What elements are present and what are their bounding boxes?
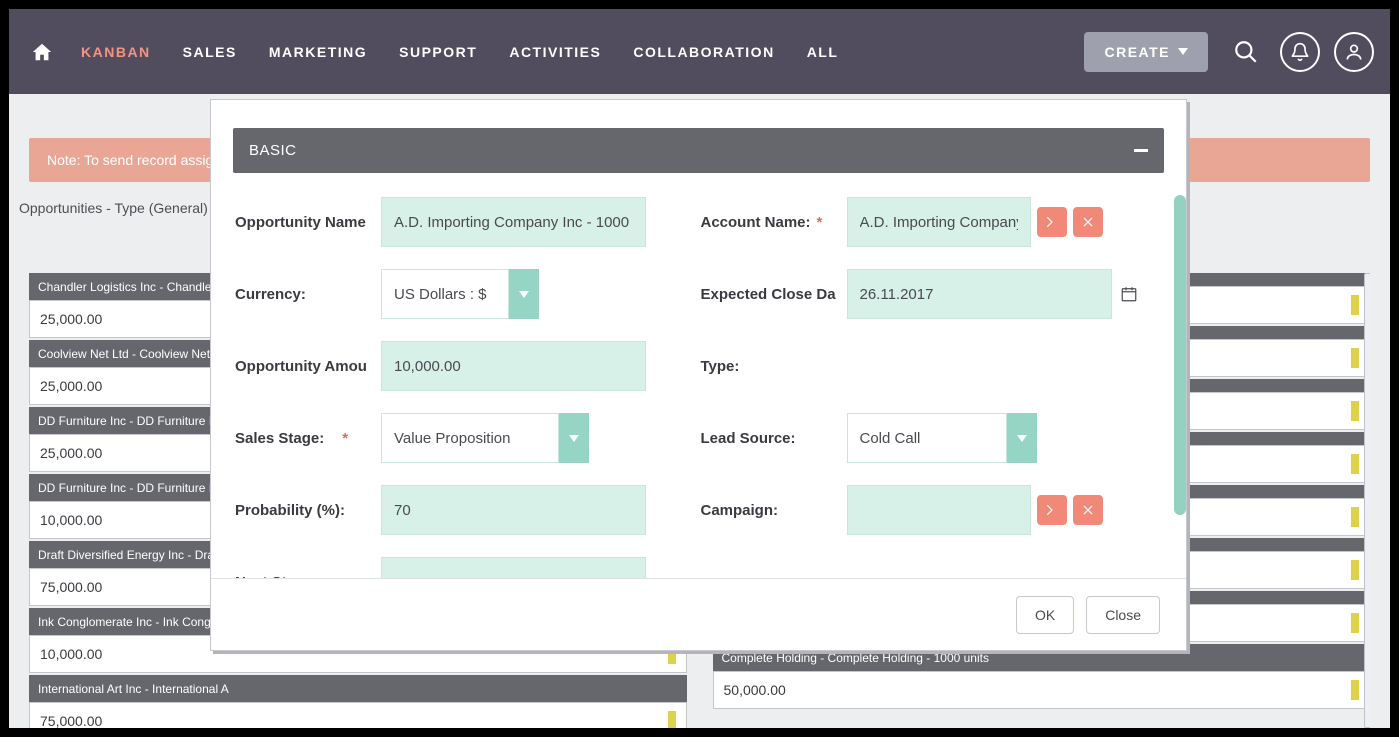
- input-close-date[interactable]: [847, 269, 1112, 319]
- clear-account-button[interactable]: [1073, 207, 1103, 237]
- select-currency[interactable]: [381, 269, 695, 319]
- input-amount[interactable]: [381, 341, 646, 391]
- label-probability: Probability (%):: [235, 502, 375, 519]
- label-amount: Opportunity Amou: [235, 358, 375, 375]
- select-campaign-button[interactable]: [1037, 495, 1067, 525]
- ok-button[interactable]: OK: [1016, 596, 1074, 634]
- input-currency[interactable]: [381, 269, 509, 319]
- label-opportunity-name: Opportunity Name: [235, 214, 375, 231]
- label-close-date: Expected Close Da: [701, 286, 841, 303]
- select-account-button[interactable]: [1037, 207, 1067, 237]
- label-currency: Currency:: [235, 286, 375, 303]
- chevron-down-icon[interactable]: [1007, 413, 1037, 463]
- label-next-step: Next Step:: [235, 574, 375, 579]
- chevron-down-icon[interactable]: [559, 413, 589, 463]
- input-campaign[interactable]: [847, 485, 1031, 535]
- input-opportunity-name[interactable]: [381, 197, 646, 247]
- select-sales-stage[interactable]: [381, 413, 695, 463]
- section-title: BASIC: [249, 142, 297, 159]
- clear-campaign-button[interactable]: [1073, 495, 1103, 525]
- modal-scrollbar[interactable]: [1174, 195, 1186, 515]
- input-lead-source[interactable]: [847, 413, 1007, 463]
- modal-footer: OK Close: [211, 578, 1186, 650]
- section-header-basic: BASIC: [233, 128, 1164, 173]
- input-next-step[interactable]: [381, 557, 646, 578]
- calendar-icon[interactable]: [1120, 285, 1138, 303]
- modal-overlay: BASIC Opportunity Name Account Name:* Cu…: [9, 9, 1390, 728]
- input-sales-stage[interactable]: [381, 413, 559, 463]
- select-lead-source[interactable]: [847, 413, 1161, 463]
- close-button[interactable]: Close: [1086, 596, 1160, 634]
- label-sales-stage: Sales Stage:*: [235, 430, 375, 447]
- label-type: Type:: [701, 358, 841, 375]
- collapse-icon[interactable]: [1134, 149, 1148, 152]
- edit-opportunity-modal: BASIC Opportunity Name Account Name:* Cu…: [210, 99, 1187, 651]
- chevron-down-icon[interactable]: [509, 269, 539, 319]
- input-probability[interactable]: [381, 485, 646, 535]
- input-account-name[interactable]: [847, 197, 1031, 247]
- label-lead-source: Lead Source:: [701, 430, 841, 447]
- label-account-name: Account Name:*: [701, 214, 841, 231]
- label-campaign: Campaign:: [701, 502, 841, 519]
